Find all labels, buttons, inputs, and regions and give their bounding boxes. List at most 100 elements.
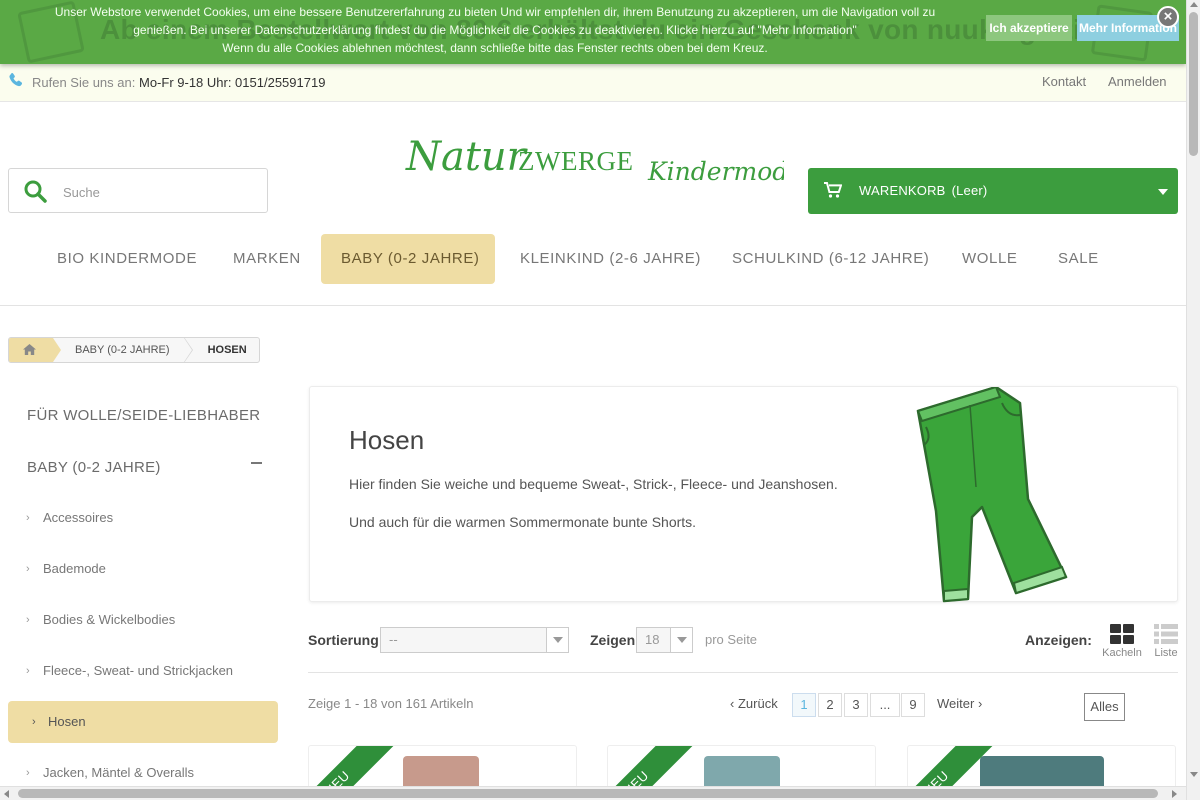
- per-page-label: pro Seite: [705, 632, 758, 647]
- accept-cookies-button[interactable]: Ich akzeptiere: [986, 15, 1072, 41]
- chevron-right-icon: ›: [32, 716, 36, 728]
- close-icon[interactable]: ×: [1157, 6, 1179, 28]
- divider: [0, 305, 1186, 306]
- sidebar-item-jacken-fleece[interactable]: › Fleece-, Sweat- und Strickjacken: [8, 650, 278, 692]
- nav-item-bio-kindermode[interactable]: BIO KINDERMODE: [37, 234, 217, 284]
- sidebar-item-label: Hosen: [48, 714, 86, 729]
- sidebar-item-bodies[interactable]: › Bodies & Wickelbodies: [8, 599, 278, 641]
- sidebar-item-label: Bodies & Wickelbodies: [43, 612, 176, 627]
- sidebar-item-bademode[interactable]: › Bademode: [8, 548, 278, 590]
- breadcrumb: BABY (0-2 JAHRE) HOSEN: [8, 337, 260, 363]
- sidebar-item-label: Bademode: [43, 561, 106, 576]
- divider: [308, 672, 1178, 673]
- cart-button[interactable]: WARENKORB (Leer): [808, 168, 1178, 214]
- logo-zwerge: ZWERGE: [518, 146, 633, 176]
- view-list-button[interactable]: Liste: [1146, 624, 1186, 659]
- scrollbar-thumb[interactable]: [18, 789, 1158, 798]
- chevron-down-icon: [1158, 189, 1168, 195]
- chevron-right-icon: ›: [26, 563, 30, 575]
- vertical-scrollbar[interactable]: [1186, 0, 1200, 800]
- logo-kindermode: Kindermode: [647, 157, 784, 186]
- category-text: Hier finden Sie weiche und bequeme Sweat…: [349, 476, 838, 492]
- cart-label: WARENKORB (Leer): [859, 183, 987, 198]
- collapse-icon[interactable]: [251, 462, 262, 464]
- login-link[interactable]: Anmelden: [1108, 74, 1167, 89]
- nav-item-kleinkind[interactable]: KLEINKIND (2-6 JAHRE): [500, 234, 721, 284]
- sidebar-item-hosen[interactable]: › Hosen: [8, 701, 278, 743]
- contact-link[interactable]: Kontakt: [1042, 74, 1086, 89]
- phone-icon: [9, 72, 23, 87]
- cart-icon: [824, 182, 842, 198]
- category-text: Und auch für die warmen Sommermonate bun…: [349, 514, 697, 530]
- scrollbar-thumb[interactable]: [1189, 12, 1198, 156]
- sidebar-heading-wolle[interactable]: FÜR WOLLE/SEIDE-LIEBHABER: [27, 407, 260, 424]
- page: Ab einem Bestellwert von 80 € erhältst d…: [0, 0, 1186, 800]
- sort-value: --: [389, 632, 398, 647]
- top-bar: Rufen Sie uns an: Mo-Fr 9-18 Uhr: 0151/2…: [0, 64, 1186, 102]
- show-all-button[interactable]: Alles: [1084, 693, 1125, 721]
- call-hours: Mo-Fr 9-18 Uhr: 0151/25591719: [138, 75, 326, 90]
- cookie-message: Unser Webstore verwendet Cookies, um ein…: [20, 3, 970, 57]
- show-label: Zeigen: [590, 632, 636, 648]
- search-input[interactable]: [63, 182, 253, 202]
- cookie-message-line: Wenn du alle Cookies ablehnen möchtest, …: [222, 41, 768, 55]
- cookie-banner: Ab einem Bestellwert von 80 € erhältst d…: [0, 0, 1186, 64]
- page-button[interactable]: 3: [844, 693, 868, 717]
- scroll-up-icon[interactable]: [1190, 2, 1198, 7]
- view-label: Anzeigen:: [1025, 632, 1092, 648]
- list-icon: [1154, 624, 1178, 644]
- sidebar-item-label: Fleece-, Sweat- und Strickjacken: [43, 663, 234, 678]
- cookie-message-line: Unser Webstore verwendet Cookies, um ein…: [54, 5, 936, 19]
- prev-label: Zurück: [737, 696, 778, 711]
- next-label: Weiter: [937, 696, 975, 711]
- page-button[interactable]: 1: [792, 693, 816, 717]
- call-info: Rufen Sie uns an: Mo-Fr 9-18 Uhr: 0151/2…: [32, 75, 325, 90]
- chevron-down-icon: [670, 628, 692, 652]
- cart-status: (Leer): [951, 183, 988, 198]
- sort-select[interactable]: --: [380, 627, 569, 653]
- view-list-label: Liste: [1154, 647, 1178, 659]
- nav-item-schulkind[interactable]: SCHULKIND (6-12 JAHRE): [712, 234, 949, 284]
- page-button[interactable]: 9: [901, 693, 925, 717]
- nav-item-baby[interactable]: BABY (0-2 JAHRE): [321, 234, 495, 284]
- home-icon: [23, 344, 36, 355]
- chevron-right-icon: ›: [26, 512, 30, 524]
- view-grid-label: Kacheln: [1102, 647, 1142, 659]
- sidebar-item-label: Accessoires: [43, 510, 114, 525]
- next-page-button[interactable]: Weiter ›: [937, 696, 982, 711]
- chevron-down-icon: [546, 628, 568, 652]
- nav-item-sale[interactable]: SALE: [1038, 234, 1119, 284]
- scroll-down-icon[interactable]: [1190, 772, 1198, 777]
- chevron-right-icon: ›: [26, 614, 30, 626]
- nav-item-wolle[interactable]: WOLLE: [942, 234, 1038, 284]
- prev-page-button[interactable]: ‹ Zurück: [730, 696, 778, 711]
- nav-item-marken[interactable]: MARKEN: [213, 234, 321, 284]
- horizontal-scrollbar[interactable]: [0, 786, 1186, 800]
- logo[interactable]: Natur ZWERGE Kindermode: [404, 128, 784, 190]
- search-box: [8, 168, 268, 213]
- cart-title: WARENKORB: [859, 183, 946, 198]
- breadcrumb-current: HOSEN: [207, 344, 247, 356]
- chevron-right-icon: ›: [977, 696, 983, 711]
- logo-natur: Natur: [405, 134, 529, 180]
- category-description: Hosen Hier finden Sie weiche und bequeme…: [309, 386, 1178, 603]
- sidebar-item-label: Jacken, Mäntel & Overalls: [43, 765, 195, 780]
- chevron-left-icon: ‹: [730, 696, 735, 711]
- view-grid-button[interactable]: Kacheln: [1102, 624, 1142, 659]
- sidebar-item-accessoires[interactable]: › Accessoires: [8, 497, 278, 539]
- page-ellipsis: ...: [870, 693, 900, 717]
- sidebar-heading-baby[interactable]: BABY (0-2 JAHRE): [27, 459, 161, 476]
- main-nav: BIO KINDERMODE MARKEN BABY (0-2 JAHRE) K…: [0, 234, 1186, 284]
- product-count: Zeige 1 - 18 von 161 Artikeln: [308, 696, 474, 711]
- cookie-message-line: genießen. Bei unserer Datenschutzerkläru…: [133, 23, 857, 37]
- per-page-select[interactable]: 18: [636, 627, 693, 653]
- page-button[interactable]: 2: [818, 693, 842, 717]
- breadcrumb-home[interactable]: [9, 338, 61, 362]
- per-page-value: 18: [645, 632, 660, 647]
- scroll-right-icon[interactable]: [1172, 790, 1177, 798]
- search-icon[interactable]: [23, 179, 47, 203]
- pants-illustration: [916, 387, 1068, 603]
- scroll-left-icon[interactable]: [4, 790, 9, 798]
- breadcrumb-item[interactable]: BABY (0-2 JAHRE): [53, 338, 193, 362]
- sort-label: Sortierung: [308, 632, 379, 648]
